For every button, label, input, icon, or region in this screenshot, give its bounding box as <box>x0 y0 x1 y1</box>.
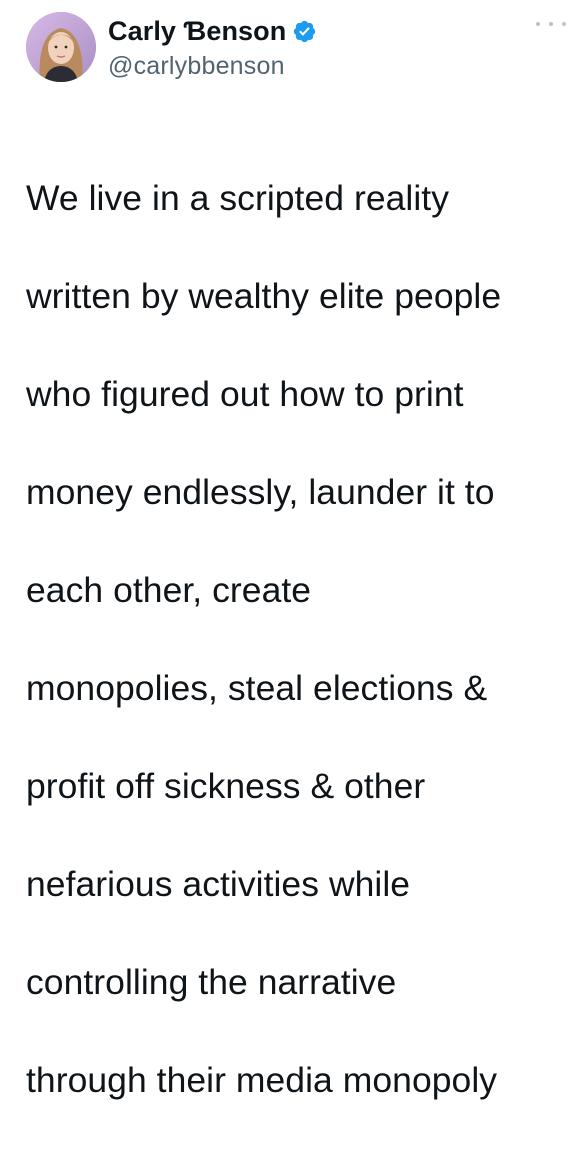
more-dot <box>549 22 553 26</box>
tweet-text-line: who figured out how to print <box>26 374 464 414</box>
tweet-text-line: money endlessly, launder it to <box>26 472 495 512</box>
tweet-text-line: through their media monopoly <box>26 1060 498 1100</box>
display-name-row: Carly Ɓenson <box>108 14 317 48</box>
author-names: Carly Ɓenson @carlybbenson <box>108 14 317 81</box>
tweet-text-line: nefarious activities while <box>26 864 411 904</box>
avatar[interactable] <box>26 12 96 82</box>
tweet-text-line: each other, create <box>26 570 312 610</box>
more-options-icon[interactable] <box>536 16 566 32</box>
tweet-text: We live in a scripted reality written by… <box>26 125 566 1154</box>
tweet-text-line: written by wealthy elite people <box>26 276 502 316</box>
tweet-text-line: We live in a scripted reality <box>26 178 450 218</box>
tweet-header: Carly Ɓenson @carlybbenson <box>26 12 566 86</box>
verified-badge-icon <box>292 19 317 44</box>
more-dot <box>536 22 540 26</box>
more-dot <box>562 22 566 26</box>
tweet-text-line: controlling the narrative <box>26 962 397 1002</box>
author-handle[interactable]: @carlybbenson <box>108 52 317 81</box>
display-name[interactable]: Carly Ɓenson <box>108 16 286 47</box>
tweet-card: Carly Ɓenson @carlybbenson We live in a … <box>0 0 581 1100</box>
tweet-text-line: profit off sickness & other <box>26 766 426 806</box>
tweet-text-line: monopolies, steal elections & <box>26 668 488 708</box>
